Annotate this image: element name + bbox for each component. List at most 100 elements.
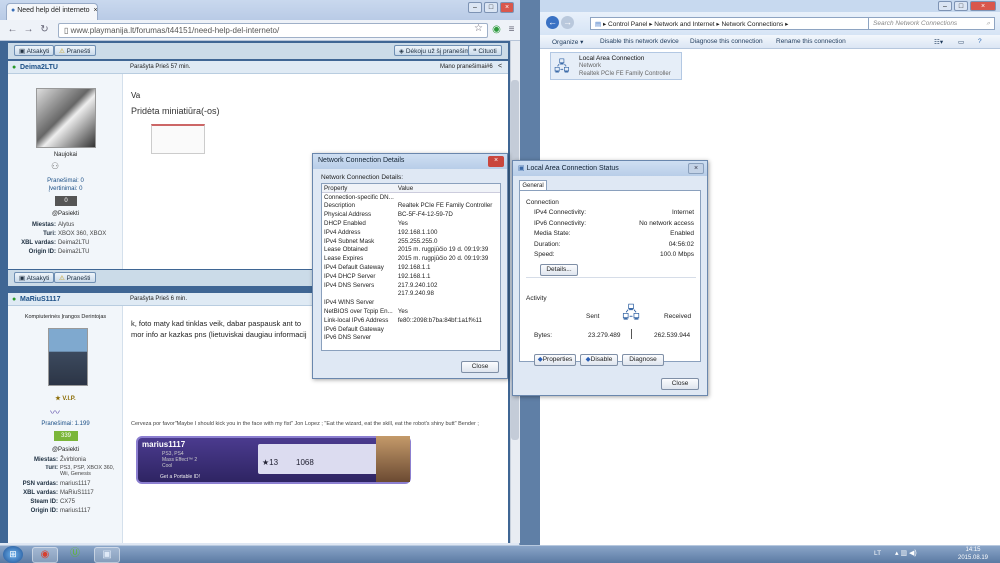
table-row[interactable]: IPv4 WINS Server — [322, 298, 500, 307]
quote-button[interactable]: ❝ Cituoti — [468, 45, 502, 56]
reputation-badge: 0 — [55, 196, 77, 206]
bytes-separator — [631, 329, 632, 339]
attachment-thumbnail[interactable] — [151, 124, 205, 154]
table-row[interactable]: NetBIOS over Tcpip En... Yes — [322, 307, 500, 316]
pm-link[interactable]: @Pasiekti — [8, 447, 123, 453]
extension-icon[interactable]: ◉ — [490, 24, 503, 37]
minimize-button[interactable]: – — [468, 2, 482, 13]
share-icon[interactable]: < — [498, 63, 502, 70]
report-button-2[interactable]: ⚠ Pranešti — [54, 272, 96, 283]
column-header-property[interactable]: Property — [322, 184, 396, 193]
rename-command[interactable]: Rename this connection — [776, 38, 846, 45]
table-row[interactable]: IPv4 Default Gateway 192.168.1.1 — [322, 263, 500, 272]
maximize-button[interactable]: □ — [484, 2, 498, 13]
post-header: ● Deima2LTU Parašyta Prieš 57 min. Mano … — [8, 61, 508, 74]
properties-button[interactable]: ◆Properties — [534, 354, 576, 366]
close-dialog-button[interactable]: × — [488, 156, 504, 167]
close-button[interactable]: Close — [661, 378, 699, 390]
control-panel-icon: ▤ — [595, 21, 603, 28]
card-footer: Get a Portable ID! — [160, 474, 201, 480]
table-row[interactable]: IPv4 DNS Servers 217.9.240.102 — [322, 281, 500, 290]
status-row: Speed: 100.0 Mbps — [534, 251, 694, 258]
tray-icons[interactable]: ▴ ▥ ◀) — [895, 549, 917, 557]
minimize-button[interactable]: – — [938, 1, 952, 11]
breadcrumb[interactable]: ▤ ▸ Control Panel ▸ Network and Internet… — [590, 17, 905, 30]
table-row[interactable]: IPv6 Default Gateway — [322, 325, 500, 334]
card-username: marius1117 — [142, 440, 186, 449]
pm-link[interactable]: @Pasiekti — [8, 211, 123, 217]
tray-volume-icon: ◀) — [909, 550, 917, 557]
language-indicator[interactable]: LT — [874, 550, 881, 557]
thanks-button[interactable]: ◈ Dėkoju už šį pranešimą — [394, 45, 479, 56]
bookmark-star-icon[interactable]: ☆ — [472, 23, 485, 36]
page-icon: ▯ — [64, 26, 71, 35]
vip-badge: ★ V.I.P. — [55, 396, 76, 402]
menu-icon[interactable]: ≡ — [505, 24, 518, 37]
taskbar-chrome[interactable]: ◉ — [32, 547, 58, 563]
clock[interactable]: 14:15 2015.08.19 — [950, 547, 996, 562]
status-dialog: ▣ Local Area Connection Status × General… — [512, 160, 708, 396]
table-row[interactable]: Lease Obtained 2015 m. rugpjūčio 19 d. 09… — [322, 246, 500, 255]
my-posts-link[interactable]: Mano pranešimai — [440, 64, 486, 70]
disable-device-command[interactable]: Disable this network device — [600, 38, 679, 45]
organize-menu[interactable]: Organize ▾ — [552, 38, 583, 46]
reload-icon[interactable]: ↻ — [38, 24, 51, 37]
start-button[interactable]: ⊞ — [3, 546, 23, 563]
general-tab-panel: Connection IPv4 Connectivity: Internet IP… — [519, 190, 701, 366]
table-row[interactable]: IPv4 Subnet Mask 255.255.255.0 — [322, 237, 500, 246]
post-number[interactable]: #6 — [486, 64, 493, 70]
close-button[interactable]: Close — [461, 361, 499, 373]
report-button[interactable]: ⚠ Pranešti — [54, 45, 96, 56]
reply-button[interactable]: ▣ Atsakyti — [14, 45, 55, 56]
table-row[interactable]: Description Realtek PCIe FE Family Contro… — [322, 202, 500, 211]
table-row[interactable]: Lease Expires 2015 m. rugpjūčio 20 d. 09:… — [322, 254, 500, 263]
back-icon[interactable]: ← — [6, 24, 19, 37]
table-row[interactable]: 217.9.240.98 — [322, 290, 500, 299]
table-row[interactable]: IPv6 DNS Server — [322, 334, 500, 343]
diagnose-command[interactable]: Diagnose this connection — [690, 38, 763, 45]
reply-button-2[interactable]: ▣ Atsakyti — [14, 272, 55, 283]
close-window-button[interactable]: × — [500, 2, 514, 13]
forward-icon[interactable]: → — [22, 24, 35, 37]
preview-pane-icon[interactable]: ▭ — [958, 38, 964, 46]
status-row: IPv6 Connectivity: No network access — [534, 219, 694, 227]
post-username[interactable]: MaRiuS1117 — [20, 296, 60, 303]
taskbar-network-window[interactable]: ▣ — [94, 547, 120, 563]
table-row[interactable]: Link-local IPv6 Address fe80::2098:b7ba:8… — [322, 316, 500, 325]
details-list[interactable]: Property Value Connection-specific DN...… — [321, 183, 501, 351]
avatar[interactable] — [36, 88, 96, 148]
forward-icon[interactable]: → — [561, 16, 574, 29]
online-icon: ● — [12, 296, 17, 303]
received-label: Received — [664, 313, 692, 320]
adapter-item[interactable]: 🖧 Local Area Connection Network Realtek … — [550, 52, 682, 80]
close-dialog-button[interactable]: × — [688, 163, 704, 174]
card-points: 1068 — [296, 458, 314, 467]
search-input[interactable]: Search Network Connections ⌕ — [868, 17, 995, 30]
column-header-value[interactable]: Value — [396, 184, 500, 193]
table-row[interactable]: IPv4 DHCP Server 192.168.1.1 — [322, 272, 500, 281]
table-row[interactable]: IPv4 Address 192.168.1.100 — [322, 228, 500, 237]
disable-button[interactable]: ◆Disable — [580, 354, 618, 366]
search-icon: ⌕ — [986, 20, 990, 27]
tab-close-icon[interactable]: × — [94, 7, 97, 14]
address-bar[interactable]: ▯ www.playmanija.lt/forumas/t44151/need-… — [58, 23, 488, 38]
maximize-button[interactable]: □ — [954, 1, 968, 11]
table-row[interactable]: Connection-specific DN... — [322, 193, 500, 202]
details-button[interactable]: Details... — [540, 264, 578, 276]
help-icon[interactable]: ? — [978, 38, 982, 45]
explorer-title-strip: – □ × — [540, 0, 1000, 12]
back-icon[interactable]: ← — [546, 16, 559, 29]
diagnose-button[interactable]: Diagnose — [622, 354, 664, 366]
table-row[interactable]: DHCP Enabled Yes — [322, 219, 500, 228]
view-options-icon[interactable]: ☷▾ — [934, 38, 943, 46]
taskbar-utorrent[interactable]: Ⓤ — [62, 547, 88, 563]
portable-id-card[interactable]: marius1117 PS3, PS4 Mass Effect™ 2 Cool … — [136, 436, 411, 484]
post-username[interactable]: Deima2LTU — [20, 64, 58, 71]
user-posts: Pranešimai: 0 — [47, 178, 84, 184]
windows-logo-icon: ⊞ — [9, 549, 17, 559]
close-window-button[interactable]: × — [970, 1, 996, 11]
table-row[interactable]: Physical Address BC-5F-F4-12-59-7D — [322, 210, 500, 219]
activity-heading: Activity — [526, 295, 547, 302]
avatar[interactable] — [48, 328, 88, 386]
browser-tab[interactable]: ● Need help dėl interneto × — [6, 3, 98, 20]
